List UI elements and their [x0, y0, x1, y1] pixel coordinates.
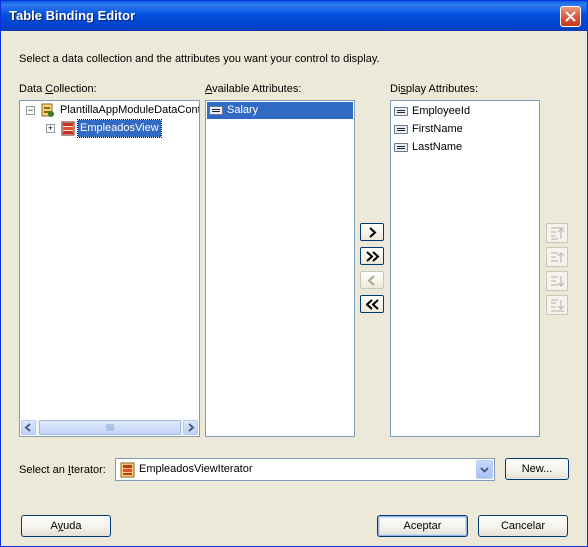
- iterator-label: Select an Iterator:: [19, 464, 106, 476]
- data-collection-label: Data Collection:: [19, 83, 97, 95]
- window-title: Table Binding Editor: [9, 8, 136, 23]
- horizontal-scrollbar[interactable]: [21, 420, 198, 435]
- iterator-icon: [120, 462, 135, 478]
- display-attributes-label: Display Attributes:: [390, 83, 479, 95]
- description-text: Select a data collection and the attribu…: [19, 53, 380, 65]
- available-attributes-label: Available Attributes:: [205, 83, 302, 95]
- double-chevron-left-icon: [366, 299, 379, 310]
- chevron-left-icon: [367, 275, 375, 286]
- attribute-icon: [394, 143, 408, 152]
- move-up-icon: [551, 252, 565, 263]
- view-object-icon: [61, 121, 75, 136]
- close-button[interactable]: [560, 6, 581, 27]
- title-bar[interactable]: Table Binding Editor: [1, 1, 587, 31]
- move-to-top-button[interactable]: [546, 223, 568, 243]
- move-top-icon: [551, 227, 565, 240]
- tree-root-label: PlantillaAppModuleDataControl: [60, 104, 200, 116]
- tree-node-child[interactable]: + EmpleadosView: [21, 119, 199, 138]
- ok-button[interactable]: Aceptar: [377, 515, 468, 537]
- attribute-icon: [394, 107, 408, 116]
- list-item[interactable]: EmployeeId: [392, 103, 538, 120]
- move-down-icon: [551, 276, 565, 287]
- chevron-right-icon: [369, 227, 377, 238]
- scroll-left-icon: [24, 423, 31, 432]
- help-button[interactable]: Ayuda: [21, 515, 111, 537]
- new-iterator-button[interactable]: New...: [505, 458, 569, 480]
- tree-node-root[interactable]: − PlantillaAppModuleDataControl: [21, 102, 199, 119]
- attribute-icon: [209, 106, 223, 115]
- scroll-left-button[interactable]: [21, 420, 36, 435]
- move-down-button[interactable]: [546, 271, 568, 291]
- available-attributes-list[interactable]: Salary: [205, 100, 355, 437]
- scroll-right-button[interactable]: [183, 420, 198, 435]
- expand-toggle-icon[interactable]: +: [46, 124, 55, 133]
- attribute-icon: [394, 125, 408, 134]
- move-to-bottom-button[interactable]: [546, 295, 568, 315]
- collapse-toggle-icon[interactable]: −: [26, 106, 35, 115]
- move-right-button[interactable]: [360, 223, 384, 241]
- dropdown-button[interactable]: [476, 460, 493, 479]
- data-collection-tree[interactable]: − PlantillaAppModuleDataControl + Emplea…: [19, 100, 200, 437]
- scrollbar-thumb[interactable]: [39, 420, 181, 435]
- dialog-content: Select a data collection and the attribu…: [1, 31, 587, 546]
- move-all-left-button[interactable]: [360, 295, 384, 313]
- table-binding-editor-dialog: Table Binding Editor Select a data colle…: [0, 0, 588, 547]
- scroll-right-icon: [188, 423, 195, 432]
- move-up-button[interactable]: [546, 247, 568, 267]
- double-chevron-right-icon: [366, 251, 380, 262]
- chevron-down-icon: [480, 467, 489, 473]
- cancel-button[interactable]: Cancelar: [478, 515, 568, 537]
- move-bottom-icon: [551, 299, 565, 312]
- close-icon: [565, 11, 576, 22]
- list-item[interactable]: LastName: [392, 139, 538, 156]
- list-item[interactable]: FirstName: [392, 121, 538, 138]
- iterator-value: EmpleadosViewIterator: [139, 463, 253, 475]
- data-control-icon: [41, 103, 54, 117]
- display-attributes-list[interactable]: EmployeeId FirstName LastName: [390, 100, 540, 437]
- tree-child-label: EmpleadosView: [77, 119, 162, 138]
- list-item[interactable]: Salary: [207, 102, 353, 119]
- move-all-right-button[interactable]: [360, 247, 384, 265]
- move-left-button[interactable]: [360, 271, 384, 289]
- iterator-select[interactable]: EmpleadosViewIterator: [115, 458, 495, 481]
- grip-icon: [106, 424, 114, 431]
